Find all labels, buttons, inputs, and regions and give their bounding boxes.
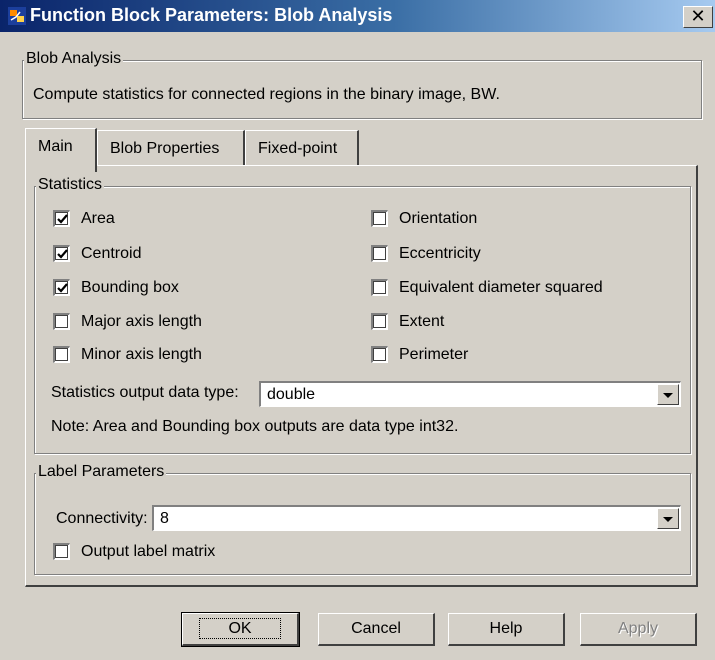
area-label: Area xyxy=(81,210,115,227)
extent-label: Extent xyxy=(399,313,445,330)
output-data-type-dropdown-button[interactable] xyxy=(657,384,679,405)
output-label-matrix-checkbox[interactable] xyxy=(53,543,70,560)
description-text: Compute statistics for connected regions… xyxy=(33,86,500,103)
equivalent-diameter-squared-label: Equivalent diameter squared xyxy=(399,279,603,296)
checkmark-icon xyxy=(57,283,68,293)
connectivity-dropdown[interactable]: 8 xyxy=(152,505,681,531)
area-checkbox[interactable] xyxy=(53,210,70,227)
centroid-checkbox[interactable] xyxy=(53,245,70,262)
apply-button-label: Apply xyxy=(617,620,659,637)
perimeter-checkbox[interactable] xyxy=(371,346,388,363)
chevron-down-icon xyxy=(663,393,673,398)
help-button-label: Help xyxy=(489,620,523,637)
apply-button: Apply xyxy=(580,613,697,646)
close-button[interactable]: ✕ xyxy=(683,6,713,28)
minor-axis-length-label: Minor axis length xyxy=(81,346,202,363)
centroid-label: Centroid xyxy=(81,245,142,262)
output-note: Note: Area and Bounding box outputs are … xyxy=(51,418,459,435)
dialog-window: Function Block Parameters: Blob Analysis… xyxy=(0,0,715,660)
tab-fixed-point[interactable]: Fixed-point xyxy=(245,130,359,170)
output-data-type-label: Statistics output data type: xyxy=(51,384,239,401)
output-data-type-value: double xyxy=(267,386,316,403)
connectivity-value: 8 xyxy=(160,510,169,527)
tab-main-label: Main xyxy=(38,138,73,155)
tab-blob-properties-label: Blob Properties xyxy=(110,140,220,157)
output-data-type-dropdown[interactable]: double xyxy=(259,381,681,407)
major-axis-length-checkbox[interactable] xyxy=(53,313,70,330)
orientation-label: Orientation xyxy=(399,210,478,227)
statistics-group-label: Statistics xyxy=(36,176,105,194)
cancel-button[interactable]: Cancel xyxy=(318,613,435,646)
tab-blob-properties[interactable]: Blob Properties xyxy=(97,130,245,170)
eccentricity-label: Eccentricity xyxy=(399,245,481,262)
ok-button[interactable]: OK xyxy=(181,612,300,647)
bounding-box-label: Bounding box xyxy=(81,279,179,296)
title-bar[interactable]: Function Block Parameters: Blob Analysis… xyxy=(0,0,715,32)
eccentricity-checkbox[interactable] xyxy=(371,245,388,262)
window-title: Function Block Parameters: Blob Analysis xyxy=(30,5,393,25)
perimeter-label: Perimeter xyxy=(399,346,469,363)
simulink-block-icon xyxy=(8,7,26,25)
chevron-down-icon xyxy=(663,517,673,522)
tab-main[interactable]: Main xyxy=(25,128,97,172)
orientation-checkbox[interactable] xyxy=(371,210,388,227)
main-tab-panel: Statistics Area Centroid Bounding box Ma… xyxy=(25,165,698,587)
connectivity-label: Connectivity: xyxy=(56,510,148,527)
cancel-button-label: Cancel xyxy=(351,620,401,637)
help-button[interactable]: Help xyxy=(448,613,565,646)
minor-axis-length-checkbox[interactable] xyxy=(53,346,70,363)
bounding-box-checkbox[interactable] xyxy=(53,279,70,296)
checkmark-icon xyxy=(57,214,68,224)
description-group-label: Blob Analysis xyxy=(24,50,124,68)
output-label-matrix-label: Output label matrix xyxy=(81,543,216,560)
extent-checkbox[interactable] xyxy=(371,313,388,330)
major-axis-length-label: Major axis length xyxy=(81,313,202,330)
connectivity-dropdown-button[interactable] xyxy=(657,508,679,529)
tab-fixed-point-label: Fixed-point xyxy=(258,140,338,157)
close-icon: ✕ xyxy=(690,6,706,26)
label-parameters-group-label: Label Parameters xyxy=(36,463,167,481)
equivalent-diameter-squared-checkbox[interactable] xyxy=(371,279,388,296)
ok-button-label: OK xyxy=(199,618,281,639)
checkmark-icon xyxy=(57,249,68,259)
